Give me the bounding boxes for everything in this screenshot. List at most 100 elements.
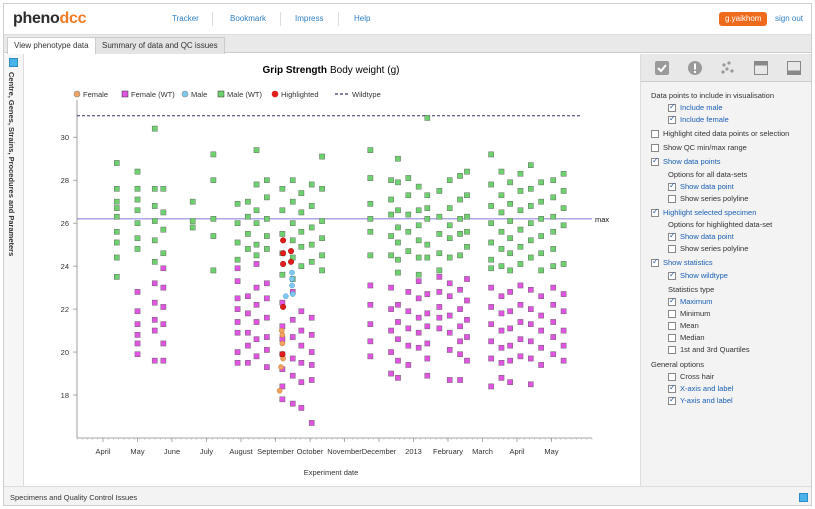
data-point-male-wt (446, 222, 453, 229)
data-point-female-wt (507, 379, 513, 385)
include-female-label[interactable]: Include female (680, 115, 729, 125)
data-point-male-wt (488, 256, 494, 263)
nav-tracker[interactable]: Tracker (172, 14, 199, 23)
window-bottom-icon[interactable] (786, 60, 802, 76)
alert-icon[interactable] (687, 60, 703, 76)
median-label[interactable]: Median (680, 333, 705, 343)
data-point-male-wt (367, 252, 374, 259)
data-point-male-wt (210, 233, 217, 239)
nav-bookmark[interactable]: Bookmark (230, 14, 266, 23)
maximum-checkbox[interactable] (668, 296, 676, 306)
show-statistics-checkbox[interactable] (651, 257, 659, 267)
bottom-panel-collapsed[interactable]: Specimens and Quality Control Issues (4, 486, 811, 505)
show-series-polyline-checkbox[interactable] (668, 195, 676, 203)
x-axis-label: Experiment date (304, 468, 359, 477)
x-tick-label: 2013 (405, 447, 422, 456)
show-data-points-checkbox[interactable] (651, 156, 659, 166)
show-data-point-highlighted-label[interactable]: Show data point (680, 232, 734, 242)
window-top-icon[interactable] (753, 60, 769, 76)
maximum-label[interactable]: Maximum (680, 297, 713, 307)
highlight-cited-checkbox[interactable] (651, 130, 659, 138)
show-qc-checkbox[interactable] (651, 144, 659, 152)
quartiles-label[interactable]: 1st and 3rd Quartiles (680, 345, 750, 355)
x-axis-checkbox[interactable] (668, 383, 676, 393)
show-statistics-label[interactable]: Show statistics (663, 258, 713, 268)
y-tick-label: 26 (61, 219, 69, 228)
side-panel-collapsed[interactable]: Centre, Genes, Strains, Procedures and P… (4, 54, 24, 486)
include-male-label[interactable]: Include male (680, 103, 723, 113)
nav-impress[interactable]: Impress (295, 14, 323, 23)
data-point-male-wt (151, 218, 158, 224)
median-checkbox[interactable] (668, 334, 676, 342)
chart-marks: max (77, 115, 609, 426)
data-point-male-wt (424, 205, 431, 211)
show-wildtype-checkbox[interactable] (668, 270, 676, 280)
user-badge[interactable]: g.yaikhom (719, 12, 768, 26)
nav-help[interactable]: Help (354, 14, 370, 23)
show-qc-label[interactable]: Show QC min/max range (663, 143, 747, 153)
data-point-male-wt (113, 228, 120, 235)
app-logo[interactable]: phenodcc (13, 10, 86, 28)
data-point-male-wt (395, 269, 401, 276)
cross-hair-checkbox[interactable] (668, 373, 676, 381)
data-point-male-wt (134, 185, 141, 192)
show-series-polyline-highlighted-checkbox[interactable] (668, 245, 676, 253)
y-axis-checkbox[interactable] (668, 395, 676, 405)
data-point-male-wt (560, 188, 567, 194)
include-female-checkbox[interactable] (668, 114, 676, 124)
data-point-male-wt (498, 168, 505, 175)
show-series-polyline-highlighted-label[interactable]: Show series polyline (680, 244, 748, 254)
cross-hair-label[interactable]: Cross hair (680, 372, 714, 382)
data-point-female-wt (405, 362, 412, 368)
data-point-female-wt (464, 334, 470, 340)
data-point-female-wt (388, 370, 394, 377)
highlight-cited-label[interactable]: Highlight cited data points or selection (663, 129, 789, 139)
include-male-checkbox[interactable] (668, 102, 676, 112)
expand-bottom-icon[interactable] (799, 493, 808, 502)
scatter-chart[interactable]: Grip Strength Body weight (g) Female Femal… (25, 54, 639, 486)
maximum-label: max (595, 215, 609, 224)
highlight-selected-checkbox[interactable] (651, 207, 659, 217)
data-point-male-wt (134, 168, 141, 175)
mean-checkbox[interactable] (668, 322, 676, 330)
y-tick-label: 22 (61, 305, 69, 314)
data-point-male-wt (538, 179, 544, 186)
mean-label[interactable]: Mean (680, 321, 699, 331)
y-axis-option-label[interactable]: Y-axis and label (680, 396, 733, 406)
data-point-female-wt (234, 360, 241, 366)
data-point-female-wt (507, 342, 513, 349)
data-point-male-wt (189, 224, 196, 231)
expand-icon[interactable] (9, 58, 18, 67)
show-series-polyline-label[interactable]: Show series polyline (680, 194, 748, 204)
data-point-female-wt (457, 351, 463, 358)
x-tick-label: July (200, 447, 214, 456)
show-data-point-highlighted-checkbox[interactable] (668, 231, 676, 241)
data-point-male-wt (113, 205, 120, 211)
data-point-female-wt (538, 327, 544, 334)
data-point-male-wt (367, 175, 374, 181)
show-data-points-label[interactable]: Show data points (663, 157, 721, 167)
options-highlighted-label: Options for highlighted data-set (668, 220, 773, 229)
data-point-male-wt (517, 226, 524, 233)
show-data-point-checkbox[interactable] (668, 181, 676, 191)
show-wildtype-label[interactable]: Show wildtype (680, 271, 728, 281)
minimum-checkbox[interactable] (668, 310, 676, 318)
options-all-label: Options for all data-sets (668, 170, 748, 179)
tab-summary-qc[interactable]: Summary of data and QC issues (95, 37, 225, 54)
sign-out-link[interactable]: sign out (775, 14, 803, 23)
highlight-selected-label[interactable]: Highlight selected specimen (663, 208, 756, 218)
checkbox-icon[interactable] (654, 60, 670, 76)
minimum-label[interactable]: Minimum (680, 309, 710, 319)
legend-label: Wildtype (352, 90, 381, 99)
data-point-female-wt (160, 321, 167, 327)
tab-bar: View phenotype data Summary of data and … (4, 34, 811, 54)
scatter-icon[interactable] (720, 60, 736, 76)
data-point-female-wt (446, 377, 453, 383)
data-point-male-wt (488, 181, 494, 188)
data-point-female-wt (560, 357, 567, 364)
data-point-female-wt (550, 319, 557, 325)
tab-view-phenotype-data[interactable]: View phenotype data (7, 37, 96, 54)
quartiles-checkbox[interactable] (668, 346, 676, 354)
x-axis-option-label[interactable]: X-axis and label (680, 384, 733, 394)
show-data-point-label[interactable]: Show data point (680, 182, 734, 192)
